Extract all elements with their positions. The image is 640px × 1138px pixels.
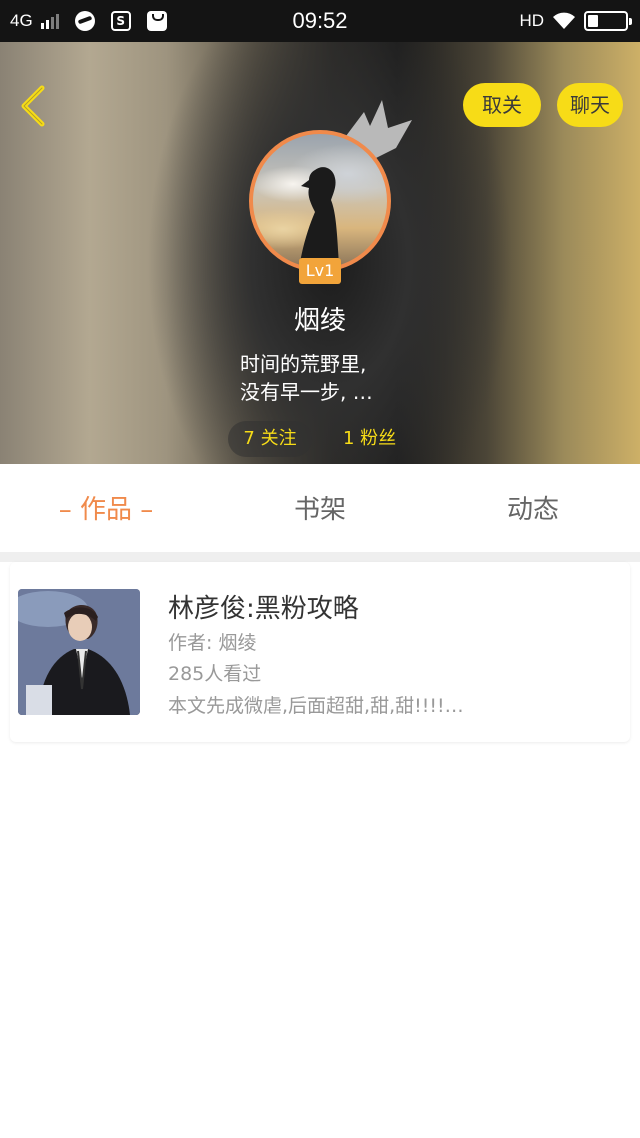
tab-works[interactable]: – 作品 – [30,464,182,552]
bio-line: 没有早一步, … [240,380,373,404]
cover-figure [18,589,140,715]
tab-feed[interactable]: 动态 [483,464,583,552]
work-card[interactable]: 林彦俊:黑粉攻略 作者: 烟绫 285人看过 本文先成微虐,后面超甜,甜,甜!!… [10,562,630,742]
bio: 时间的荒野里, 没有早一步, … [240,350,440,406]
status-bar: 4G S 09:52 HD [0,0,640,42]
level-badge: Lv1 [299,258,341,284]
unfollow-button[interactable]: 取关 [463,83,541,127]
back-button[interactable] [16,82,52,130]
work-view-count: 285人看过 [168,663,262,685]
avatar-silhouette [299,167,339,268]
tab-bar: – 作品 – 书架 动态 [0,464,640,552]
avatar[interactable] [249,130,391,272]
tab-bookshelf[interactable]: 书架 [270,464,370,552]
following-count[interactable]: 7 关注 [228,421,312,457]
status-right: HD [519,0,632,42]
work-author: 作者: 烟绫 [168,632,257,654]
bio-line: 时间的荒野里, [240,352,367,376]
chat-button[interactable]: 聊天 [557,83,623,127]
work-summary: 本文先成微虐,后面超甜,甜,甜!!!!… [168,695,464,717]
fans-count[interactable]: 1 粉丝 [343,421,396,457]
hd-indicator: HD [519,11,544,30]
username: 烟绫 [293,306,346,336]
battery-icon [584,11,632,31]
wifi-icon [553,12,575,29]
profile-header: 取关 聊天 Lv1 烟绫 时间的荒野里, 没有早一步, … 7 关注 1 粉丝 [0,42,640,464]
section-divider [0,552,640,562]
work-cover-image[interactable] [18,589,140,715]
work-title[interactable]: 林彦俊:黑粉攻略 [168,588,359,625]
